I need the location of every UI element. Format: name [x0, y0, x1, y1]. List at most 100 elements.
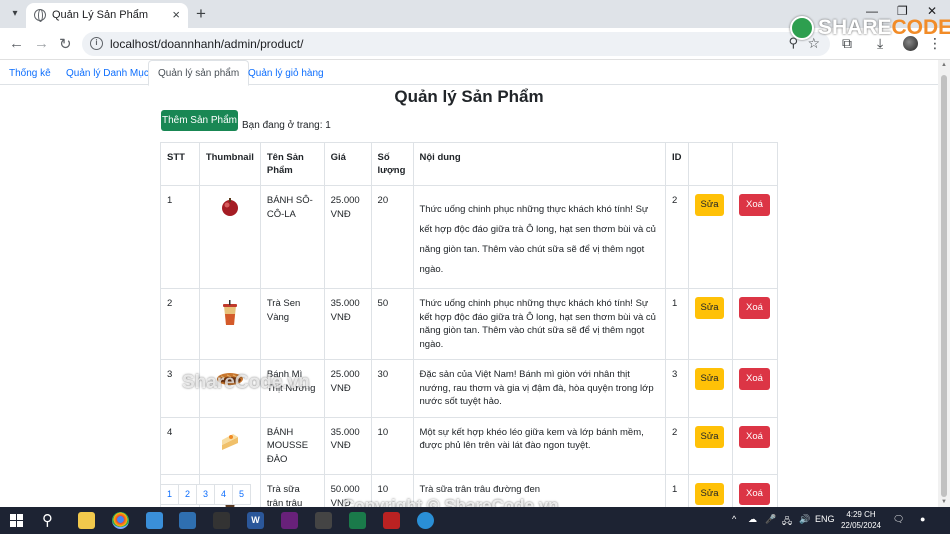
page-link-3[interactable]: 3 — [196, 484, 215, 505]
notification-icon[interactable]: 🗨 — [893, 514, 904, 525]
cell-name: BÁNH MOUSSE ĐÀO — [259, 416, 325, 475]
cake-slice-icon — [221, 433, 238, 450]
scroll-up-icon[interactable]: ▲ — [941, 62, 947, 68]
tab-search-dropdown-icon[interactable]: ▾ — [6, 5, 24, 23]
chrome-icon[interactable] — [112, 512, 129, 529]
url-text[interactable]: localhost/doannhanh/admin/product/ — [110, 37, 303, 51]
cell-quantity: 50 — [370, 288, 414, 360]
clock[interactable]: 4:29 CH 22/05/2024 — [836, 509, 886, 531]
col-header-description: Nội dung — [412, 142, 667, 186]
cell-description: Thức uống chinh phục những thực khách kh… — [412, 185, 667, 289]
page-link-4[interactable]: 4 — [214, 484, 233, 505]
cloud-icon[interactable]: ☁ — [748, 514, 757, 525]
search-icon[interactable]: ⚲ — [42, 511, 53, 529]
delete-button[interactable]: Xoá — [738, 425, 770, 448]
apple-icon — [221, 198, 238, 216]
volume-icon[interactable]: 🔊 — [799, 514, 810, 525]
pagination: 1 2 3 4 5 — [160, 484, 251, 505]
edit-button[interactable]: Sửa — [695, 483, 725, 505]
delete-button[interactable]: Xoá — [738, 368, 770, 390]
cell-price: 35.000 VNĐ — [323, 288, 372, 360]
description-text: Thức uống chinh phục những thực khách kh… — [419, 204, 656, 275]
flex-app-icon[interactable] — [315, 512, 332, 529]
edit-button[interactable]: Sửa — [695, 194, 725, 216]
site-info-icon[interactable]: i — [90, 37, 103, 50]
col-header-name: Tên Sản Phẩm — [259, 142, 325, 186]
cell-quantity: 10 — [370, 416, 414, 475]
network-icon[interactable]: 🖧 — [782, 514, 792, 530]
clock-date: 22/05/2024 — [840, 521, 882, 530]
hs-app-icon[interactable] — [349, 512, 366, 529]
cell-quantity: 20 — [370, 185, 414, 289]
cell-id: 2 — [665, 185, 690, 289]
delete-button[interactable]: Xoá — [738, 297, 770, 319]
windows-start-icon[interactable] — [10, 514, 23, 527]
cell-price: 25.000 VNĐ — [323, 359, 372, 418]
page-link-5[interactable]: 5 — [232, 484, 251, 505]
table-row: 2 Trà Sen Vàng 35.000 VNĐ 50 Thức uống c… — [160, 288, 779, 360]
cell-description: Đặc sản của Việt Nam! Bánh mì giòn với n… — [412, 359, 667, 418]
app-icon[interactable] — [213, 512, 230, 529]
scrollbar-thumb[interactable] — [941, 75, 947, 497]
new-tab-button[interactable]: + — [196, 4, 206, 24]
clock-time: 4:29 CH — [846, 510, 876, 519]
cell-id: 1 — [665, 288, 690, 360]
tab-statistics[interactable]: Thống kê — [9, 64, 51, 85]
cell-price: 25.000 VNĐ — [323, 185, 372, 289]
browser-tab-title: Quản Lý Sản Phẩm — [52, 9, 149, 21]
cell-id: 3 — [665, 359, 690, 418]
cell-name: Trà sữa trân trâu đen — [259, 474, 325, 507]
scroll-down-icon[interactable]: ▼ — [941, 499, 947, 505]
page-link-2[interactable]: 2 — [178, 484, 197, 505]
word-icon[interactable]: W — [247, 512, 264, 529]
user-tray-icon[interactable]: ● — [920, 514, 925, 524]
tab-close-icon[interactable]: × — [172, 7, 180, 22]
table-header-row: STT Thumbnail Tên Sản Phẩm Giá Số lượng … — [160, 142, 779, 186]
messenger-icon[interactable] — [417, 512, 434, 529]
page-scrollbar[interactable]: ▲ ▼ — [938, 60, 950, 507]
cell-price: 35.000 VNĐ — [323, 416, 372, 475]
browser-tab[interactable]: Quản Lý Sản Phẩm × — [26, 3, 188, 28]
edit-button[interactable]: Sửa — [695, 425, 725, 448]
cell-stt: 2 — [160, 288, 200, 360]
microphone-icon[interactable]: 🎤 — [765, 514, 776, 525]
sharecode-logo: SHARECODE.vn — [818, 16, 950, 39]
address-bar[interactable]: i localhost/doannhanh/admin/product/ ⚲ ☆ — [82, 32, 830, 56]
file-explorer-icon[interactable] — [78, 512, 95, 529]
edit-button[interactable]: Sửa — [695, 368, 725, 390]
delete-button[interactable]: Xoá — [738, 483, 770, 505]
current-page-text: Bạn đang ở trang: 1 — [242, 120, 331, 131]
cell-quantity: 30 — [370, 359, 414, 418]
tab-category-management[interactable]: Quản lý Danh Mục — [66, 64, 149, 85]
tray-chevron-icon[interactable]: ^ — [732, 514, 736, 524]
col-header-quantity: Số lượng — [370, 142, 414, 186]
col-header-price: Giá — [323, 142, 372, 186]
forward-arrow-icon[interactable]: → — [34, 35, 49, 52]
recorder-icon[interactable] — [383, 512, 400, 529]
network-app-icon[interactable] — [179, 512, 196, 529]
cell-stt: 4 — [160, 416, 200, 475]
delete-button[interactable]: Xoá — [738, 194, 770, 216]
reload-icon[interactable]: ↻ — [59, 35, 72, 53]
page-viewport: Thống kê Quản lý Danh Mục Quản lý sản ph… — [0, 60, 938, 507]
page-link-1[interactable]: 1 — [160, 484, 179, 505]
tab-product-management[interactable]: Quản lý sản phẩm — [148, 60, 250, 86]
cell-id: 1 — [665, 474, 690, 507]
language-indicator[interactable]: ENG — [815, 514, 835, 524]
cell-stt: 1 — [160, 185, 200, 289]
cell-name: Trà Sen Vàng — [259, 288, 325, 360]
photos-icon[interactable] — [146, 512, 163, 529]
col-header-id: ID — [665, 142, 690, 186]
back-arrow-icon[interactable]: ← — [9, 35, 24, 52]
visual-studio-icon[interactable] — [281, 512, 298, 529]
product-table: STT Thumbnail Tên Sản Phẩm Giá Số lượng … — [160, 142, 779, 507]
cell-name: BÁNH SÔ-CÔ-LA — [259, 185, 325, 289]
page-title: Quản lý Sản Phẩm — [394, 87, 544, 106]
globe-icon — [34, 9, 46, 22]
drink-cup-icon — [222, 300, 237, 325]
add-product-button[interactable]: Thêm Sản Phẩm — [161, 110, 238, 131]
cell-id: 2 — [665, 416, 690, 475]
tab-cart-management[interactable]: Quản lý giỏ hàng — [248, 64, 324, 85]
edit-button[interactable]: Sửa — [695, 297, 725, 319]
col-header-thumbnail: Thumbnail — [198, 142, 261, 186]
